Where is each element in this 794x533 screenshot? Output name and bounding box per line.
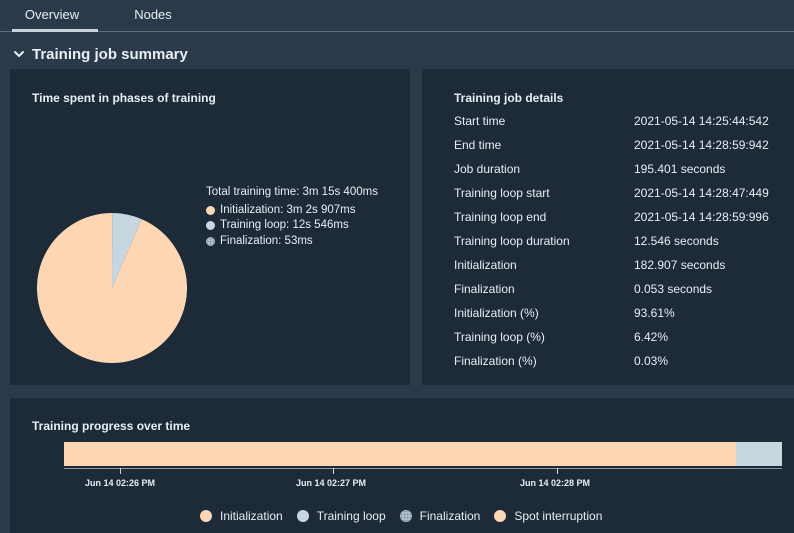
detail-row: Training loop (%) 6.42% xyxy=(454,330,784,346)
tab-nodes[interactable]: Nodes xyxy=(125,0,181,31)
progress-panel: Training progress over time Jun 14 02:26… xyxy=(10,398,794,533)
detail-key: Finalization xyxy=(454,282,515,296)
legend-dot-training-loop xyxy=(296,510,309,522)
detail-key: Initialization (%) xyxy=(454,306,539,320)
progress-title: Training progress over time xyxy=(32,419,191,433)
detail-key: Training loop start xyxy=(454,186,550,200)
detail-key: Job duration xyxy=(454,162,521,176)
detail-row: Job duration 195.401 seconds xyxy=(454,162,784,178)
active-tab-indicator xyxy=(12,29,98,32)
detail-row: Initialization 182.907 seconds xyxy=(454,258,784,274)
detail-value: 0.053 seconds xyxy=(634,282,713,296)
legend-item-training-loop[interactable]: Training loop xyxy=(296,509,386,523)
total-training-time: Total training time: 3m 15s 400ms xyxy=(206,186,378,198)
legend-item-training-loop: Training loop: 12s 546ms xyxy=(206,218,378,234)
legend-label: Initialization xyxy=(220,509,283,523)
progress-legend: Initialization Training loop Finalizatio… xyxy=(200,509,616,523)
tab-bar: Overview Nodes xyxy=(0,0,794,32)
detail-row: Finalization 0.053 seconds xyxy=(454,282,784,298)
axis-tick-label: Jun 14 02:28 PM xyxy=(520,478,591,488)
timeline-axis xyxy=(64,468,782,469)
legend-dot-initialization xyxy=(200,510,212,522)
detail-value: 6.42% xyxy=(634,330,669,344)
details-title: Training job details xyxy=(454,91,564,105)
progress-initialization-segment xyxy=(64,442,737,466)
detail-value: 2021-05-14 14:28:59:996 xyxy=(634,210,769,224)
detail-row: Training loop duration 12.546 seconds xyxy=(454,234,784,250)
axis-tick-label: Jun 14 02:27 PM xyxy=(296,478,367,488)
detail-value: 2021-05-14 14:25:44:542 xyxy=(634,114,769,128)
detail-value: 0.03% xyxy=(634,354,669,368)
section-title: Training job summary xyxy=(32,45,188,63)
axis-tick xyxy=(333,468,334,474)
detail-row: Finalization (%) 0.03% xyxy=(454,354,784,370)
detail-key: Initialization xyxy=(454,258,517,272)
legend-item-initialization: Initialization: 3m 2s 907ms xyxy=(206,203,378,219)
detail-key: Training loop end xyxy=(454,210,547,224)
legend-label: Spot interruption xyxy=(514,509,603,523)
detail-key: End time xyxy=(454,138,502,152)
pie-legend: Total training time: 3m 15s 400ms Initia… xyxy=(206,185,378,249)
legend-item-initialization[interactable]: Initialization xyxy=(200,509,283,523)
axis-tick-label: Jun 14 02:26 PM xyxy=(85,478,156,488)
legend-label: Initialization: 3m 2s 907ms xyxy=(220,203,356,216)
phases-title: Time spent in phases of training xyxy=(32,91,216,105)
detail-value: 12.546 seconds xyxy=(634,234,719,248)
legend-dot-initialization xyxy=(206,205,215,215)
tab-overview[interactable]: Overview xyxy=(12,0,92,31)
legend-dot-training-loop xyxy=(206,221,215,231)
detail-value: 182.907 seconds xyxy=(634,258,726,272)
legend-dot-finalization xyxy=(399,510,412,522)
chevron-down-icon[interactable] xyxy=(12,47,26,61)
detail-row: Initialization (%) 93.61% xyxy=(454,306,784,322)
legend-item-finalization: Finalization: 53ms xyxy=(206,234,378,250)
detail-key: Finalization (%) xyxy=(454,354,537,368)
legend-label: Finalization xyxy=(419,509,481,523)
axis-tick xyxy=(557,468,558,474)
detail-row: Training loop end 2021-05-14 14:28:59:996 xyxy=(454,210,784,226)
pie-slice-initialization xyxy=(36,213,187,363)
phases-panel: Time spent in phases of training Total t… xyxy=(10,69,410,385)
legend-item-spot-interruption[interactable]: Spot interruption xyxy=(494,509,602,523)
phases-pie-chart xyxy=(36,212,187,363)
legend-item-finalization[interactable]: Finalization xyxy=(399,509,481,523)
detail-row: Training loop start 2021-05-14 14:28:47:4… xyxy=(454,186,784,202)
progress-timeline-bar xyxy=(64,442,782,466)
legend-label: Finalization: 53ms xyxy=(220,234,313,247)
axis-tick xyxy=(120,468,121,474)
legend-label: Training loop: 12s 546ms xyxy=(220,219,349,231)
detail-row: End time 2021-05-14 14:28:59:942 xyxy=(454,138,784,154)
detail-key: Start time xyxy=(454,114,506,128)
detail-value: 93.61% xyxy=(634,306,675,320)
detail-value: 2021-05-14 14:28:59:942 xyxy=(634,138,769,152)
detail-key: Training loop (%) xyxy=(454,330,545,344)
section-header[interactable]: Training job summary xyxy=(12,42,188,66)
details-panel: Training job details Start time 2021-05-1… xyxy=(422,69,794,385)
detail-value: 195.401 seconds xyxy=(634,162,726,176)
detail-row: Start time 2021-05-14 14:25:44:542 xyxy=(454,114,784,130)
detail-value: 2021-05-14 14:28:47:449 xyxy=(634,186,769,200)
legend-dot-spot-interruption xyxy=(494,510,507,522)
detail-key: Training loop duration xyxy=(454,234,570,248)
legend-label: Training loop xyxy=(316,509,386,523)
legend-dot-finalization xyxy=(206,236,215,246)
